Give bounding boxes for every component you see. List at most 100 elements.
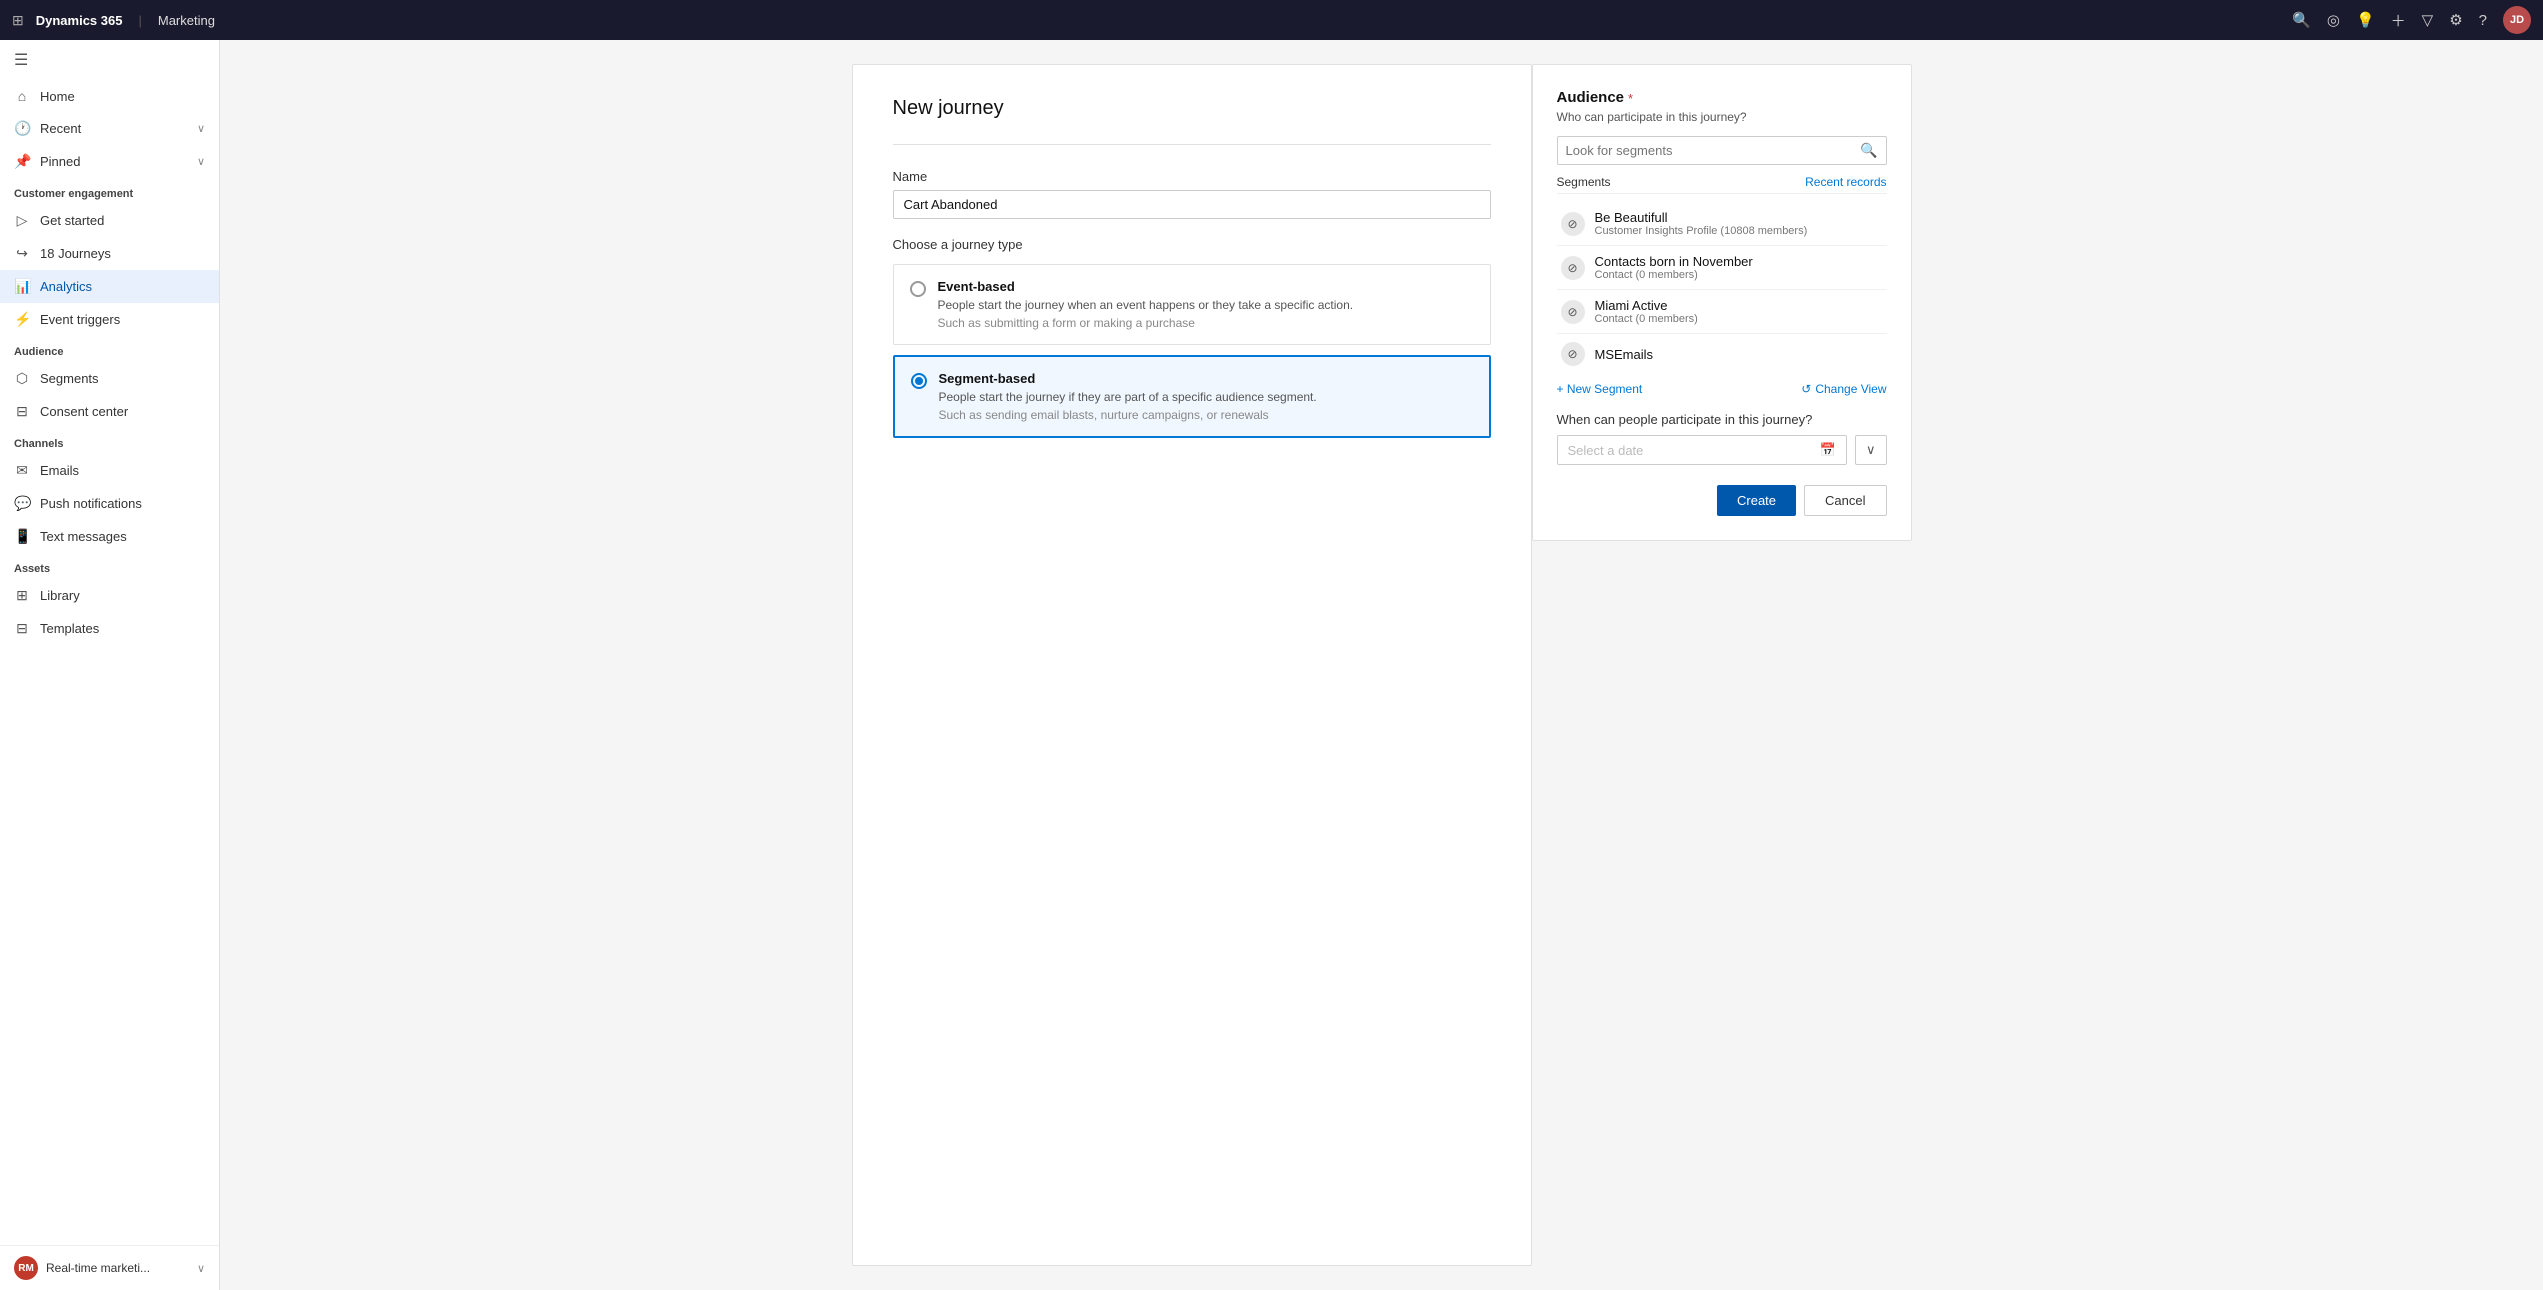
event-based-example: Such as submitting a form or making a pu… (938, 316, 1354, 330)
event-based-title: Event-based (938, 279, 1354, 294)
date-dropdown[interactable]: ∨ (1855, 435, 1887, 465)
topbar-module: Marketing (158, 13, 215, 28)
sidebar-item-label: Library (40, 588, 80, 603)
settings-icon[interactable]: ⚙ (2449, 11, 2462, 29)
event-based-option[interactable]: Event-based People start the journey whe… (893, 264, 1491, 345)
library-icon: ⊞ (14, 587, 30, 604)
event-based-radio[interactable] (910, 281, 926, 297)
list-item[interactable]: ⊘ Contacts born in November Contact (0 m… (1557, 246, 1887, 290)
chevron-down-icon: ∨ (197, 155, 205, 168)
segment-based-example: Such as sending email blasts, nurture ca… (939, 408, 1317, 422)
change-view-button[interactable]: ↺ Change View (1801, 382, 1886, 396)
sidebar-item-get-started[interactable]: ▷ Get started (0, 204, 219, 237)
sidebar-item-emails[interactable]: ✉ Emails (0, 454, 219, 487)
segment-info: Miami Active Contact (0 members) (1595, 298, 1698, 325)
sidebar-item-recent[interactable]: 🕐 Recent ∨ (0, 112, 219, 145)
analytics-icon: 📊 (14, 278, 30, 295)
sidebar-item-label: Analytics (40, 279, 92, 294)
recent-records-tab[interactable]: Recent records (1805, 175, 1886, 189)
audience-panel: Audience * Who can participate in this j… (1532, 64, 1912, 541)
calendar-icon: 📅 (1820, 442, 1836, 458)
play-icon: ▷ (14, 212, 30, 229)
segment-based-desc: People start the journey if they are par… (939, 390, 1317, 404)
hamburger-menu[interactable]: ☰ (0, 40, 219, 80)
segment-info: Contacts born in November Contact (0 mem… (1595, 254, 1753, 281)
segment-name: Be Beautifull (1595, 210, 1808, 225)
new-segment-button[interactable]: + New Segment (1557, 382, 1643, 396)
lightbulb-icon[interactable]: 💡 (2356, 11, 2375, 29)
sidebar-item-analytics[interactable]: 📊 Analytics (0, 270, 219, 303)
new-journey-dialog: New journey Name Choose a journey type E… (852, 64, 1532, 1266)
chevron-down-icon: ∨ (197, 122, 205, 135)
recent-icon: 🕐 (14, 120, 30, 137)
sidebar-env-label: Real-time marketi... (46, 1261, 189, 1275)
sidebar-item-label: Segments (40, 371, 99, 386)
create-button[interactable]: Create (1717, 485, 1796, 516)
segment-icon: ⊘ (1561, 256, 1585, 280)
dialog-title: New journey (893, 97, 1491, 120)
topbar-divider: | (138, 13, 141, 28)
main-layout: ☰ ⌂ Home 🕐 Recent ∨ 📌 Pinned ∨ Customer … (0, 40, 2543, 1290)
segment-based-content: Segment-based People start the journey i… (939, 371, 1317, 422)
sidebar-item-pinned[interactable]: 📌 Pinned ∨ (0, 145, 219, 178)
sidebar-item-journeys[interactable]: ↪ 18 Journeys (0, 237, 219, 270)
segment-name: MSEmails (1595, 347, 1654, 362)
segment-search-box[interactable]: 🔍 (1557, 136, 1887, 165)
required-marker: * (1628, 91, 1633, 106)
sidebar-item-label: Text messages (40, 529, 127, 544)
segment-name: Miami Active (1595, 298, 1698, 313)
goal-icon[interactable]: ◎ (2327, 11, 2340, 29)
sidebar-bottom-avatar: RM (14, 1256, 38, 1280)
sidebar-item-consent-center[interactable]: ⊟ Consent center (0, 395, 219, 428)
sidebar-item-label: Recent (40, 121, 81, 136)
sidebar: ☰ ⌂ Home 🕐 Recent ∨ 📌 Pinned ∨ Customer … (0, 40, 220, 1290)
sidebar-item-templates[interactable]: ⊟ Templates (0, 612, 219, 645)
sidebar-item-event-triggers[interactable]: ⚡ Event triggers (0, 303, 219, 336)
trigger-icon: ⚡ (14, 311, 30, 328)
action-buttons: Create Cancel (1557, 485, 1887, 516)
sidebar-item-label: 18 Journeys (40, 246, 111, 261)
outer-content: New journey Name Choose a journey type E… (852, 64, 1912, 1266)
sidebar-item-label: Get started (40, 213, 104, 228)
sidebar-item-push-notifications[interactable]: 💬 Push notifications (0, 487, 219, 520)
sidebar-item-label: Push notifications (40, 496, 142, 511)
sidebar-item-label: Event triggers (40, 312, 120, 327)
segment-icon: ⊘ (1561, 342, 1585, 366)
sidebar-item-home[interactable]: ⌂ Home (0, 80, 219, 112)
segment-icon: ⊘ (1561, 212, 1585, 236)
search-icon[interactable]: 🔍 (2292, 11, 2311, 29)
list-item[interactable]: ⊘ MSEmails (1557, 334, 1887, 372)
cancel-button[interactable]: Cancel (1804, 485, 1886, 516)
date-input[interactable]: Select a date 📅 (1557, 435, 1847, 465)
section-audience: Audience (0, 336, 219, 362)
sidebar-item-label: Home (40, 89, 75, 104)
segment-based-option[interactable]: Segment-based People start the journey i… (893, 355, 1491, 438)
sidebar-item-library[interactable]: ⊞ Library (0, 579, 219, 612)
segment-list: ⊘ Be Beautifull Customer Insights Profil… (1557, 202, 1887, 372)
home-icon: ⌂ (14, 88, 30, 104)
sidebar-item-segments[interactable]: ⬡ Segments (0, 362, 219, 395)
segment-based-radio[interactable] (911, 373, 927, 389)
sidebar-bottom[interactable]: RM Real-time marketi... ∨ (0, 1245, 219, 1290)
list-item[interactable]: ⊘ Miami Active Contact (0 members) (1557, 290, 1887, 334)
segments-tab[interactable]: Segments (1557, 175, 1611, 189)
user-avatar[interactable]: JD (2503, 6, 2531, 34)
dropdown-arrow-icon: ∨ (1866, 442, 1876, 458)
event-based-content: Event-based People start the journey whe… (938, 279, 1354, 330)
list-item[interactable]: ⊘ Be Beautifull Customer Insights Profil… (1557, 202, 1887, 246)
pin-icon: 📌 (14, 153, 30, 170)
name-input[interactable] (893, 190, 1491, 219)
help-icon[interactable]: ? (2479, 12, 2487, 29)
filter-icon[interactable]: ▽ (2422, 11, 2434, 29)
event-based-desc: People start the journey when an event h… (938, 298, 1354, 312)
sidebar-item-text-messages[interactable]: 📱 Text messages (0, 520, 219, 553)
section-channels: Channels (0, 428, 219, 454)
sidebar-item-label: Templates (40, 621, 99, 636)
consent-icon: ⊟ (14, 403, 30, 420)
segment-search-input[interactable] (1566, 143, 1861, 158)
sidebar-item-label: Emails (40, 463, 79, 478)
section-assets: Assets (0, 553, 219, 579)
add-icon[interactable]: ＋ (2391, 10, 2406, 31)
segment-type: Contact (0 members) (1595, 313, 1698, 325)
segment-info: Be Beautifull Customer Insights Profile … (1595, 210, 1808, 237)
